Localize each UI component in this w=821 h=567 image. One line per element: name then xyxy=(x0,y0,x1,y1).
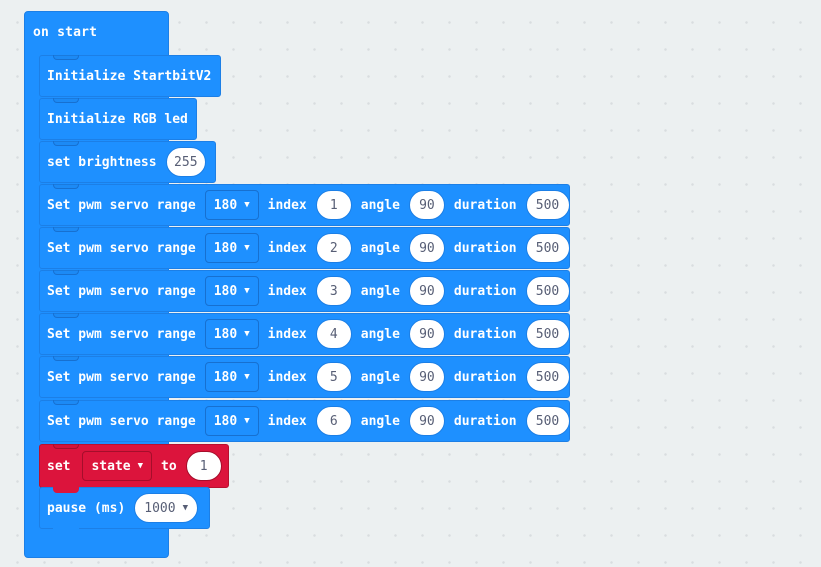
angle-field[interactable]: 90 xyxy=(408,406,445,436)
caret-down-icon: ▼ xyxy=(244,329,250,339)
set-brightness-label: set brightness xyxy=(47,154,157,170)
servo-label: Set pwm servo range xyxy=(47,326,196,342)
caret-down-icon: ▼ xyxy=(137,461,144,471)
pause-label: pause (ms) xyxy=(47,500,126,516)
servo-block[interactable]: Set pwm servo range 180 ▼ index 2 angle 9… xyxy=(39,227,570,269)
servo-range-value: 180 xyxy=(213,283,238,299)
duration-label: duration xyxy=(453,326,517,342)
index-field[interactable]: 4 xyxy=(315,319,352,349)
initialize-rgb-label: Initialize RGB led xyxy=(47,111,188,127)
servo-range-value: 180 xyxy=(213,197,238,213)
duration-label: duration xyxy=(453,413,517,429)
servo-range-value: 180 xyxy=(213,326,238,342)
servo-range-dropdown[interactable]: 180 ▼ xyxy=(204,362,259,392)
angle-label: angle xyxy=(360,240,400,256)
pause-value-field[interactable]: 1000 ▼ xyxy=(134,493,199,523)
angle-label: angle xyxy=(360,197,400,213)
pause-value: 1000 xyxy=(144,500,176,516)
initialize-startbit-label: Initialize StartbitV2 xyxy=(47,68,212,84)
servo-label: Set pwm servo range xyxy=(47,240,196,256)
brightness-value-field[interactable]: 255 xyxy=(165,147,206,177)
servo-range-value: 180 xyxy=(213,413,238,429)
duration-label: duration xyxy=(453,197,517,213)
servo-range-dropdown[interactable]: 180 ▼ xyxy=(204,190,259,220)
caret-down-icon: ▼ xyxy=(182,503,189,513)
angle-field[interactable]: 90 xyxy=(408,276,445,306)
variable-value-field[interactable]: 1 xyxy=(185,451,222,481)
servo-block[interactable]: Set pwm servo range 180 ▼ index 1 angle 9… xyxy=(39,184,570,226)
variable-dropdown[interactable]: state ▼ xyxy=(82,451,153,481)
index-field[interactable]: 1 xyxy=(315,190,352,220)
angle-field[interactable]: 90 xyxy=(408,190,445,220)
index-label: index xyxy=(267,326,307,342)
index-label: index xyxy=(267,240,307,256)
servo-block[interactable]: Set pwm servo range 180 ▼ index 3 angle 9… xyxy=(39,270,570,312)
angle-label: angle xyxy=(360,326,400,342)
duration-field[interactable]: 500 xyxy=(525,406,570,436)
set-label: set xyxy=(47,458,71,474)
variable-name: state xyxy=(91,458,131,474)
index-label: index xyxy=(267,197,307,213)
servo-range-dropdown[interactable]: 180 ▼ xyxy=(204,406,259,436)
block-tab xyxy=(53,528,79,534)
index-label: index xyxy=(267,283,307,299)
servo-label: Set pwm servo range xyxy=(47,413,196,429)
servo-block[interactable]: Set pwm servo range 180 ▼ index 4 angle 9… xyxy=(39,313,570,355)
index-field[interactable]: 5 xyxy=(315,362,352,392)
index-field[interactable]: 6 xyxy=(315,406,352,436)
duration-field[interactable]: 500 xyxy=(525,233,570,263)
servo-range-dropdown[interactable]: 180 ▼ xyxy=(204,319,259,349)
caret-down-icon: ▼ xyxy=(244,243,250,253)
servo-range-dropdown[interactable]: 180 ▼ xyxy=(204,276,259,306)
angle-label: angle xyxy=(360,413,400,429)
set-variable-block[interactable]: set state ▼ to 1 xyxy=(39,444,229,493)
initialize-startbit-block[interactable]: Initialize StartbitV2 xyxy=(39,55,221,97)
blocks-workspace[interactable]: on start Initialize StartbitV2 Initializ… xyxy=(0,0,821,567)
angle-label: angle xyxy=(360,369,400,385)
index-label: index xyxy=(267,413,307,429)
duration-field[interactable]: 500 xyxy=(525,276,570,306)
duration-label: duration xyxy=(453,369,517,385)
duration-label: duration xyxy=(453,283,517,299)
duration-field[interactable]: 500 xyxy=(525,319,570,349)
servo-label: Set pwm servo range xyxy=(47,283,196,299)
servo-block[interactable]: Set pwm servo range 180 ▼ index 6 angle 9… xyxy=(39,400,570,442)
caret-down-icon: ▼ xyxy=(244,200,250,210)
duration-field[interactable]: 500 xyxy=(525,190,570,220)
angle-field[interactable]: 90 xyxy=(408,319,445,349)
caret-down-icon: ▼ xyxy=(244,286,250,296)
index-field[interactable]: 2 xyxy=(315,233,352,263)
pause-block[interactable]: pause (ms) 1000 ▼ xyxy=(39,487,210,534)
duration-field[interactable]: 500 xyxy=(525,362,570,392)
duration-label: duration xyxy=(453,240,517,256)
servo-range-dropdown[interactable]: 180 ▼ xyxy=(204,233,259,263)
set-brightness-block[interactable]: set brightness 255 xyxy=(39,141,216,183)
to-label: to xyxy=(161,458,177,474)
on-start-label: on start xyxy=(33,25,98,40)
servo-label: Set pwm servo range xyxy=(47,197,196,213)
angle-field[interactable]: 90 xyxy=(408,362,445,392)
caret-down-icon: ▼ xyxy=(244,416,250,426)
caret-down-icon: ▼ xyxy=(244,372,250,382)
servo-range-value: 180 xyxy=(213,240,238,256)
initialize-rgb-block[interactable]: Initialize RGB led xyxy=(39,98,197,140)
angle-field[interactable]: 90 xyxy=(408,233,445,263)
angle-label: angle xyxy=(360,283,400,299)
block-tab xyxy=(53,487,79,493)
servo-block[interactable]: Set pwm servo range 180 ▼ index 5 angle 9… xyxy=(39,356,570,398)
servo-label: Set pwm servo range xyxy=(47,369,196,385)
servo-range-value: 180 xyxy=(213,369,238,385)
index-label: index xyxy=(267,369,307,385)
index-field[interactable]: 3 xyxy=(315,276,352,306)
